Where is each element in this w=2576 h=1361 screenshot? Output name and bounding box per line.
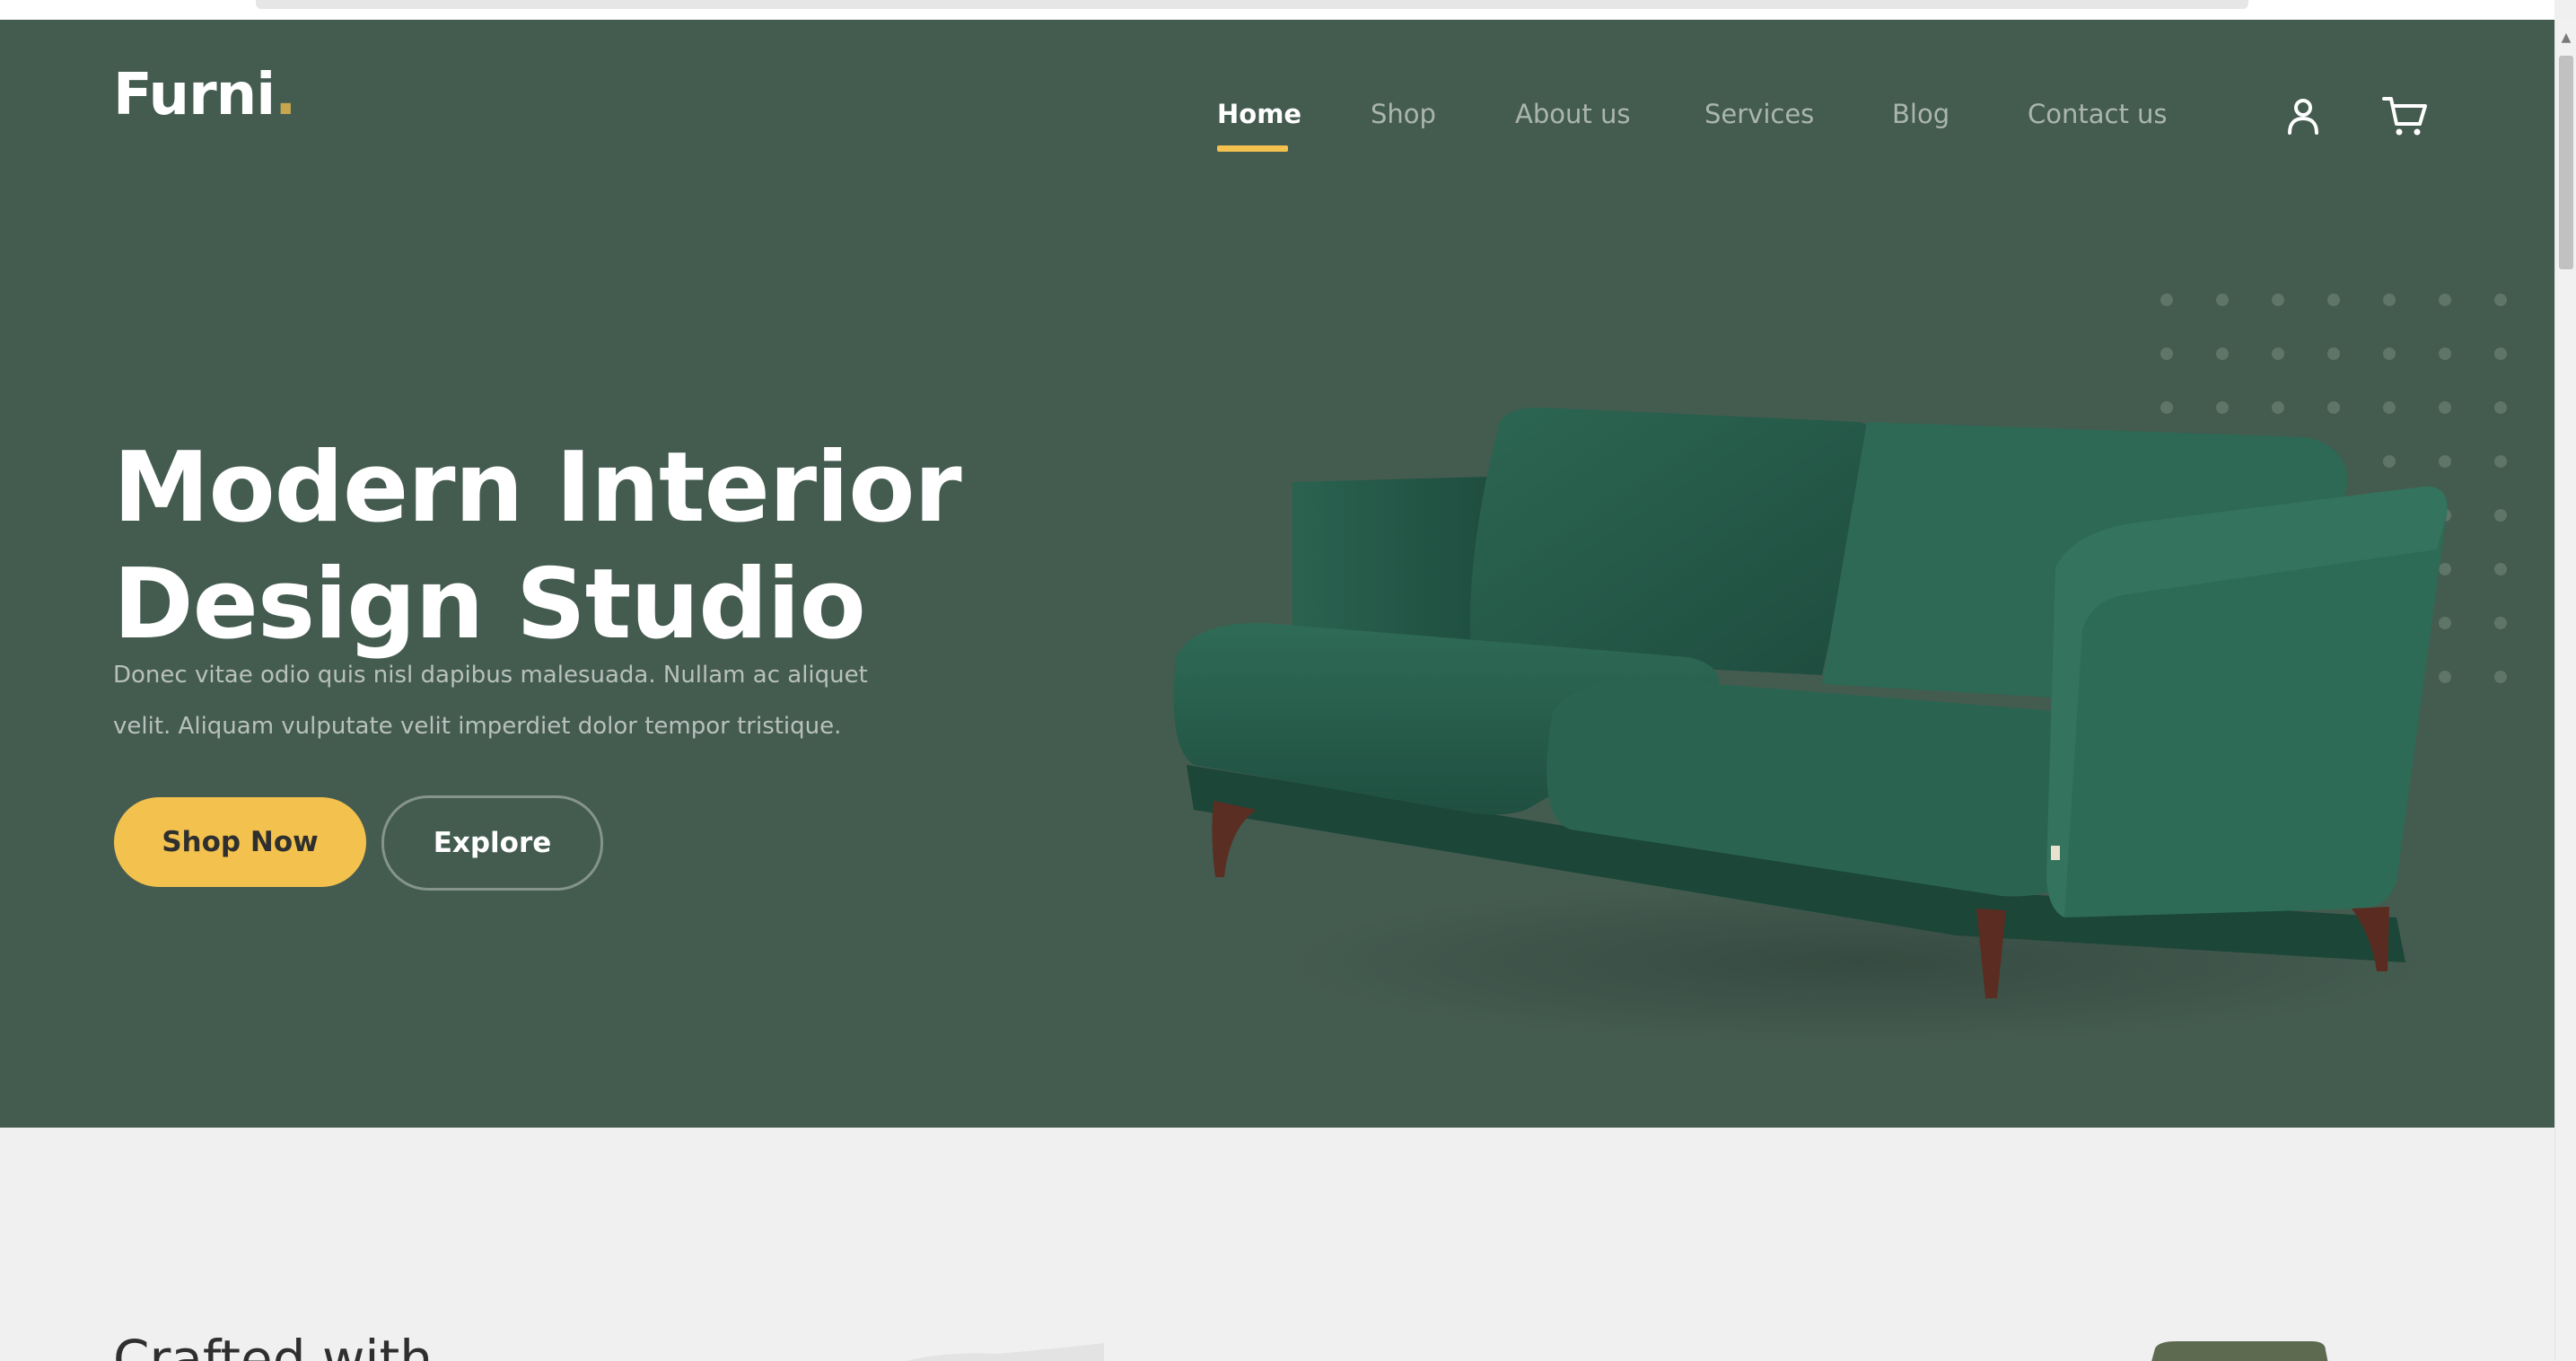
nav-item-home[interactable]: Home — [1217, 96, 1301, 132]
cart-icon[interactable] — [2380, 92, 2431, 142]
nav-item-blog[interactable]: Blog — [1892, 96, 1950, 132]
section-title: Crafted with — [113, 1329, 434, 1361]
browser-tab-bar — [256, 0, 2248, 9]
hero-section: Furni. Home Shop About us Services Blog … — [0, 20, 2554, 1128]
browser-top-strip — [0, 0, 2554, 20]
hero-title-line-1: Modern Interior — [113, 432, 962, 545]
brand-name: Furni — [113, 62, 276, 128]
explore-button[interactable]: Explore — [381, 795, 603, 891]
nav-item-contact-us[interactable]: Contact us — [2028, 96, 2168, 132]
scroll-up-arrow-icon[interactable]: ▲ — [2555, 27, 2576, 48]
nav-item-about-us[interactable]: About us — [1515, 96, 1630, 132]
brand-dot: . — [275, 62, 296, 128]
hero-description-line-2: velit. Aliquam vulputate velit imperdiet… — [113, 713, 842, 740]
hero-title-line-2: Design Studio — [113, 549, 866, 662]
product-image-peek — [905, 1343, 1104, 1361]
nav-active-indicator — [1217, 145, 1288, 152]
hero-title: Modern Interior Design Studio — [113, 430, 1056, 663]
scrollbar-thumb[interactable] — [2559, 56, 2573, 269]
nav-item-services[interactable]: Services — [1704, 96, 1814, 132]
hero-description-line-1: Donec vitae odio quis nisl dapibus males… — [113, 662, 868, 689]
page-scrollbar[interactable]: ▲ — [2554, 20, 2576, 1361]
brand-logo[interactable]: Furni. — [113, 66, 296, 124]
page: Furni. Home Shop About us Services Blog … — [0, 0, 2576, 1361]
product-image-peek — [2151, 1341, 2328, 1361]
nav-item-shop[interactable]: Shop — [1371, 96, 1436, 132]
user-icon[interactable] — [2278, 92, 2328, 142]
sofa-image — [1173, 407, 2448, 1043]
hero-description: Donec vitae odio quis nisl dapibus males… — [113, 650, 921, 752]
shop-now-button[interactable]: Shop Now — [114, 797, 366, 887]
